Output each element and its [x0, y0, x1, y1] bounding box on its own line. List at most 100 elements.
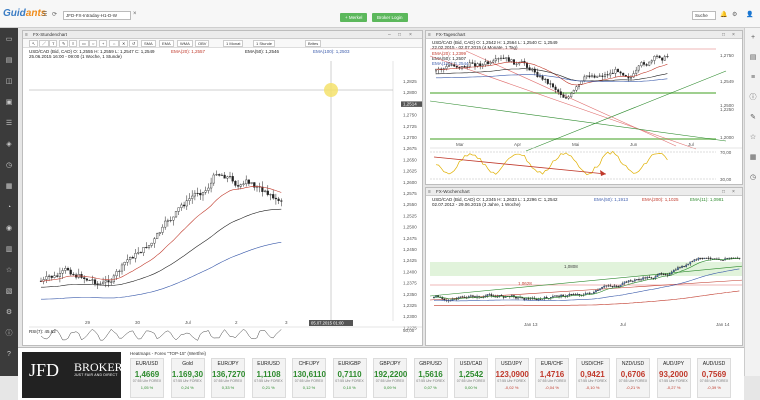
weekly-chart-canvas[interactable]: 1,08081,0628Jan 13 Jul Jan 14 [426, 188, 743, 346]
x-tick-label: Jul [185, 320, 191, 325]
candle-body [634, 279, 636, 282]
jfd-brokers-logo[interactable]: JFD BROKERS JUST FAIR AND DIRECT [22, 352, 129, 398]
heatmap-tile[interactable]: USD/JPY 123,0900 07:55 Uhr FOREX -0,02 % [494, 358, 529, 398]
candle-body [705, 257, 708, 259]
star-tool-icon[interactable]: ☆ [748, 134, 758, 142]
heatmap-tile[interactable]: USD/CHF 0,9421 07:55 Uhr FOREX -0,10 % [575, 358, 610, 398]
tile-value: 1,1108 [256, 370, 281, 379]
candle-body [556, 295, 558, 297]
add-widget-icon[interactable]: + [748, 34, 758, 42]
candle-body [492, 60, 495, 63]
heatmap-tile[interactable]: EUR/USD 1,1108 07:55 Uhr FOREX 0,21 % [251, 358, 286, 398]
tag-icon[interactable]: ◈ [4, 141, 14, 149]
candle-body [274, 197, 277, 200]
heatmap-title: Heatmaps - Forex "TOP-15" (Wertfrei) [130, 351, 207, 356]
grid-tool-icon[interactable]: ▦ [748, 154, 758, 162]
news-icon[interactable]: ▧ [4, 288, 14, 296]
heatmap-tile[interactable]: GBP/USD 1,5616 07:55 Uhr FOREX 0,07 % [413, 358, 448, 398]
heatmap-tile[interactable]: EUR/CHF 1,4716 07:55 Uhr FOREX -0,04 % [535, 358, 569, 398]
heatmap-tile[interactable]: EUR/JPY 136,7270 07:55 Uhr FOREX 0,33 % [211, 358, 245, 398]
candle-body [590, 75, 593, 78]
candle-body [593, 292, 595, 294]
candle-body [701, 257, 704, 259]
candle-body [672, 269, 675, 273]
candle-body [564, 97, 567, 99]
candle-body [525, 298, 528, 300]
note-tool-icon[interactable]: ✎ [748, 114, 758, 122]
clock-icon[interactable]: ◷ [4, 162, 14, 170]
candle-body [559, 91, 562, 95]
settings-icon[interactable]: ⚙ [732, 11, 737, 18]
candle-body [598, 75, 601, 77]
candle-body [613, 285, 616, 287]
right-sidebar: + ▤ ≡ ⓘ ✎ ☆ ▦ ◷ [744, 28, 760, 376]
rsi-level: 50,00 [403, 328, 415, 333]
search-input[interactable]: Suche [692, 11, 716, 20]
settings-icon[interactable]: ⚙ [4, 309, 14, 317]
candle-body [629, 280, 632, 282]
tile-change: -0,02 % [504, 385, 519, 390]
chart-tool-icon[interactable]: ▤ [748, 54, 758, 62]
candle-body [269, 194, 272, 196]
heatmap-tile[interactable]: EUR/USD 1,4669 07:55 Uhr FOREX 1,05 % [130, 358, 164, 398]
candle-body [541, 75, 544, 80]
broker-login-button[interactable]: Broker Login [372, 13, 408, 22]
user-icon[interactable]: 👤 [746, 11, 753, 18]
menu-icon[interactable]: ☰ [42, 11, 47, 18]
candle-body [601, 287, 603, 289]
folder-icon[interactable]: ▣ [4, 99, 14, 107]
list-icon[interactable]: ☰ [4, 120, 14, 128]
star-icon[interactable]: ☆ [4, 267, 14, 275]
refresh-icon[interactable]: ⟳ [52, 11, 57, 18]
chart-icon[interactable]: ▤ [4, 57, 14, 65]
close-tab-icon[interactable]: × [133, 11, 137, 17]
candle-body [150, 242, 153, 246]
user-icon[interactable]: ◉ [4, 225, 14, 233]
list-tool-icon[interactable]: ≡ [748, 74, 758, 82]
candle-body [107, 280, 110, 283]
info-tool-icon[interactable]: ⓘ [748, 94, 758, 102]
monitor-icon[interactable]: ▭ [4, 36, 14, 44]
workspace-tab[interactable]: JFD-FX-Intraday-H1-D-W [63, 11, 131, 20]
y-tick-label: 1,2600 [403, 180, 417, 185]
heatmap-tile[interactable]: Gold 1.169,30 07:55 Uhr FOREX 0,24 % [170, 358, 205, 398]
heatmap-tile[interactable]: AUD/JPY 93,2000 07:55 Uhr FOREX -0,27 % [656, 358, 691, 398]
x-tick-label: Jul [688, 142, 694, 147]
clock-tool-icon[interactable]: ◷ [748, 174, 758, 182]
x-tick-label: Mai [572, 142, 579, 147]
hourly-chart-canvas[interactable]: 1,2825 1,2800 1,2514 1,2750 1,2725 1,2700 1,26… [23, 31, 423, 346]
bell-icon[interactable]: ◔ [4, 204, 14, 212]
candle-body [451, 299, 454, 301]
watch-button[interactable]: + Merkel [340, 13, 368, 22]
heatmap-tile[interactable]: NZD/USD 0,6706 07:55 Uhr FOREX -0,21 % [616, 358, 650, 398]
arrow-head [600, 170, 606, 176]
candle-body [484, 61, 487, 65]
y-tick-label: 1,2475 [403, 236, 417, 241]
calendar-icon[interactable]: ▦ [4, 183, 14, 191]
candle-body [588, 292, 591, 294]
candle-body [588, 75, 591, 78]
heatmap-tile[interactable]: USD/CAD 1,2542 07:55 Uhr FOREX 0,00 % [454, 358, 488, 398]
heatmap-tile[interactable]: AUD/USD 0,7569 07:55 Uhr FOREX -0,39 % [697, 358, 731, 398]
candle-body [576, 294, 579, 296]
help-icon[interactable]: ? [4, 351, 14, 359]
layers-icon[interactable]: ◫ [4, 78, 14, 86]
candle-body [515, 296, 517, 299]
candle-body [570, 294, 573, 296]
candle-body [619, 284, 622, 287]
bell-icon[interactable]: 🔔 [720, 11, 727, 18]
heatmap-tile[interactable]: GBP/JPY 192,2200 07:55 Uhr FOREX 0,09 % [373, 358, 407, 398]
info-icon[interactable]: ⓘ [4, 330, 14, 338]
tile-value: 1,4716 [539, 370, 565, 379]
guidants-logo[interactable]: Guidants [3, 8, 46, 19]
grid-icon[interactable]: ▥ [4, 246, 14, 254]
daily-chart-canvas[interactable]: 1,27501,25491,25001,22501,200070,0030,00… [426, 31, 743, 185]
heatmap-tile[interactable]: EUR/GBP 0,7110 07:55 Uhr FOREX 0,10 % [332, 358, 367, 398]
trendline-green-2 [429, 100, 727, 142]
tile-value: 0,7569 [701, 370, 727, 379]
tile-source: 07:55 Uhr FOREX [213, 379, 243, 383]
heatmap-tile[interactable]: CHF/JPY 130,6110 07:55 Uhr FOREX 0,12 % [292, 358, 326, 398]
left-sidebar: ▭ ▤ ◫ ▣ ☰ ◈ ◷ ▦ ◔ ◉ ▥ ☆ ▧ ⚙ ⓘ? [0, 28, 18, 376]
candle-body [91, 279, 94, 281]
candle-body [236, 185, 240, 187]
